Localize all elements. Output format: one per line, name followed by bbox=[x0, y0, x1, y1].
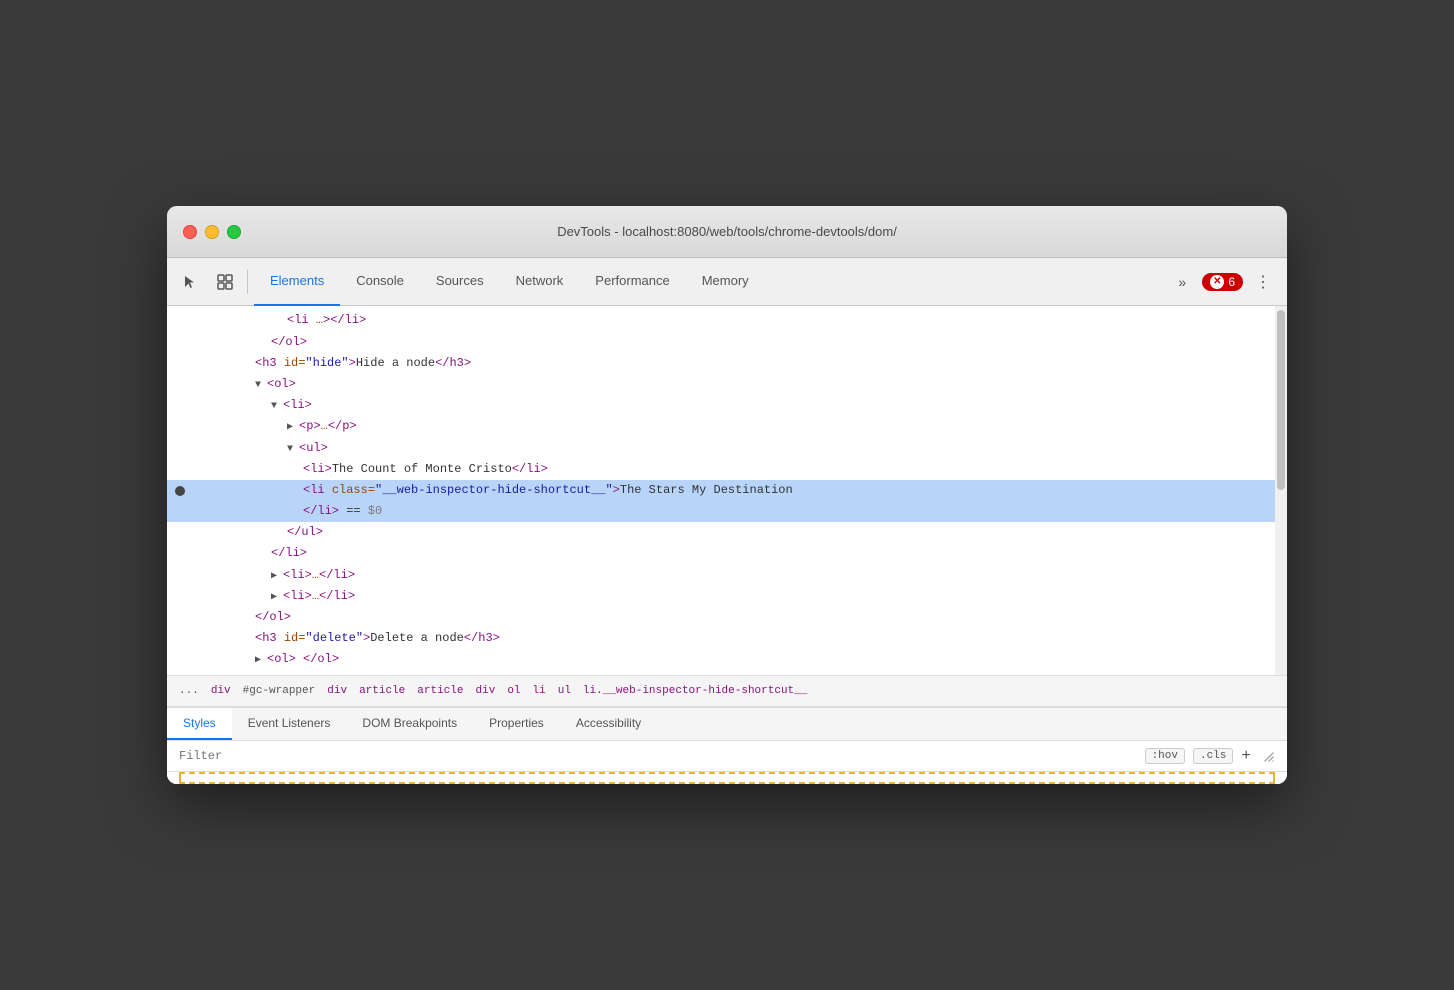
styles-preview-dashed bbox=[179, 772, 1275, 784]
breadcrumb-item-li-class[interactable]: li.__web-inspector-hide-shortcut__ bbox=[583, 685, 807, 697]
tab-performance[interactable]: Performance bbox=[579, 258, 685, 306]
dom-line[interactable]: </ol> bbox=[167, 607, 1287, 628]
breadcrumb-item-article2[interactable]: article bbox=[417, 685, 463, 697]
bottom-tabs: Styles Event Listeners DOM Breakpoints P… bbox=[167, 708, 1287, 741]
cursor-icon-button[interactable] bbox=[175, 266, 207, 298]
dom-line[interactable]: <li>The Count of Monte Cristo</li> bbox=[167, 459, 1287, 480]
main-content: <li …></li> </ol> <h3 id="hide">Hide a n… bbox=[167, 306, 1287, 783]
tab-network[interactable]: Network bbox=[500, 258, 580, 306]
dom-line[interactable]: </li> bbox=[167, 543, 1287, 564]
breadcrumb-item-div1[interactable]: div bbox=[211, 685, 231, 697]
window-title: DevTools - localhost:8080/web/tools/chro… bbox=[557, 224, 897, 239]
dom-line[interactable]: </ul> bbox=[167, 522, 1287, 543]
breadcrumb-item-div3[interactable]: div bbox=[476, 685, 496, 697]
breadcrumb-bar: ... div #gc-wrapper div article article … bbox=[167, 675, 1287, 707]
filter-bar: :hov .cls + bbox=[167, 741, 1287, 772]
filter-input[interactable] bbox=[179, 749, 1137, 763]
minimize-button[interactable] bbox=[205, 225, 219, 239]
tab-dom-breakpoints[interactable]: DOM Breakpoints bbox=[346, 708, 473, 740]
tab-styles[interactable]: Styles bbox=[167, 708, 232, 740]
dom-line[interactable]: ▶<li>…</li> bbox=[167, 586, 1287, 607]
dom-line[interactable]: <h3 id="delete">Delete a node</h3> bbox=[167, 628, 1287, 649]
tab-memory[interactable]: Memory bbox=[686, 258, 765, 306]
breadcrumb-item-div2[interactable]: div bbox=[327, 685, 347, 697]
dom-line[interactable]: ▼<ol> bbox=[167, 374, 1287, 395]
maximize-button[interactable] bbox=[227, 225, 241, 239]
toolbar-divider bbox=[247, 270, 248, 294]
error-count: 6 bbox=[1228, 275, 1235, 289]
dom-line[interactable]: </ol> bbox=[167, 332, 1287, 353]
cursor-icon bbox=[182, 273, 200, 291]
filter-actions: :hov .cls + bbox=[1145, 747, 1251, 765]
tab-bar: Elements Console Sources Network Perform… bbox=[254, 258, 1164, 306]
tab-sources[interactable]: Sources bbox=[420, 258, 500, 306]
titlebar: DevTools - localhost:8080/web/tools/chro… bbox=[167, 206, 1287, 258]
breadcrumb-item-ol[interactable]: ol bbox=[507, 685, 520, 697]
settings-button[interactable]: ⋮ bbox=[1247, 266, 1279, 298]
cls-button[interactable]: .cls bbox=[1193, 748, 1233, 764]
bottom-panel: Styles Event Listeners DOM Breakpoints P… bbox=[167, 707, 1287, 784]
dom-line[interactable]: ▶<li>…</li> bbox=[167, 565, 1287, 586]
main-toolbar: Elements Console Sources Network Perform… bbox=[167, 258, 1287, 306]
resize-handle[interactable] bbox=[1263, 750, 1275, 762]
dom-line[interactable]: ▶<ol> </ol> bbox=[167, 649, 1287, 670]
breadcrumb-ellipsis: ... bbox=[179, 685, 199, 697]
scrollbar[interactable] bbox=[1275, 306, 1287, 674]
breadcrumb-item-gc-wrapper[interactable]: #gc-wrapper bbox=[243, 685, 316, 697]
breakpoint-dot bbox=[175, 486, 185, 496]
dom-line[interactable]: ▶<p>…</p> bbox=[167, 416, 1287, 437]
inspect-icon-button[interactable] bbox=[209, 266, 241, 298]
toolbar-right: » ✕ 6 ⋮ bbox=[1166, 266, 1279, 298]
breadcrumb-item-li[interactable]: li bbox=[533, 685, 546, 697]
inspect-icon bbox=[216, 273, 234, 291]
tab-properties[interactable]: Properties bbox=[473, 708, 560, 740]
tab-accessibility[interactable]: Accessibility bbox=[560, 708, 657, 740]
dom-line[interactable]: <h3 id="hide">Hide a node</h3> bbox=[167, 353, 1287, 374]
hov-button[interactable]: :hov bbox=[1145, 748, 1185, 764]
dom-panel[interactable]: <li …></li> </ol> <h3 id="hide">Hide a n… bbox=[167, 306, 1287, 674]
tab-event-listeners[interactable]: Event Listeners bbox=[232, 708, 347, 740]
breadcrumb-item-article1[interactable]: article bbox=[359, 685, 405, 697]
dom-line[interactable]: <li …></li> bbox=[167, 310, 1287, 331]
tab-elements[interactable]: Elements bbox=[254, 258, 340, 306]
dom-line-selected[interactable]: <li class="__web-inspector-hide-shortcut… bbox=[167, 480, 1287, 501]
window-controls bbox=[183, 225, 241, 239]
dom-line[interactable]: ▼<li> bbox=[167, 395, 1287, 416]
more-tabs-button[interactable]: » bbox=[1166, 266, 1198, 298]
scrollbar-thumb[interactable] bbox=[1277, 310, 1285, 490]
tab-console[interactable]: Console bbox=[340, 258, 420, 306]
breadcrumb-item-ul[interactable]: ul bbox=[558, 685, 571, 697]
devtools-window: DevTools - localhost:8080/web/tools/chro… bbox=[167, 206, 1287, 783]
error-badge-icon: ✕ bbox=[1210, 275, 1224, 289]
dom-line-selected-2[interactable]: </li> == $0 bbox=[167, 501, 1287, 522]
close-button[interactable] bbox=[183, 225, 197, 239]
dom-line[interactable]: ▼<ul> bbox=[167, 438, 1287, 459]
error-badge[interactable]: ✕ 6 bbox=[1202, 273, 1243, 291]
resize-icon bbox=[1263, 751, 1275, 763]
add-style-button[interactable]: + bbox=[1241, 747, 1251, 765]
